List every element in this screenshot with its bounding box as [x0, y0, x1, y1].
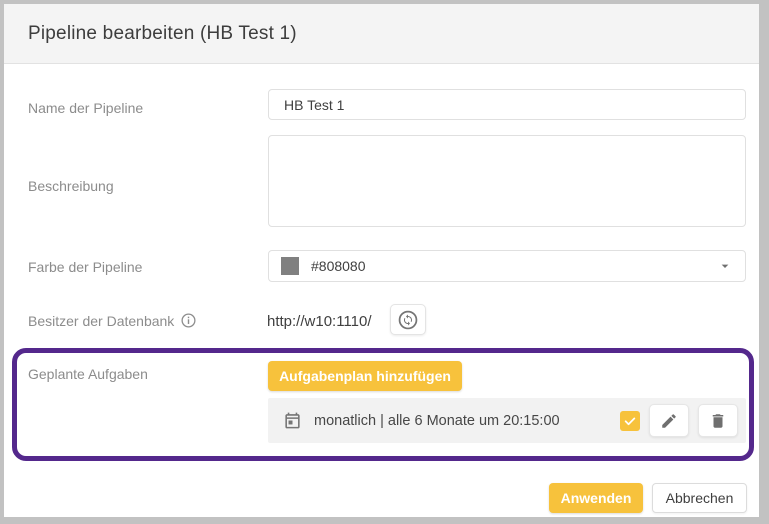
- task-row: monatlich | alle 6 Monate um 20:15:00: [268, 398, 746, 443]
- pipeline-edit-dialog: Pipeline bearbeiten (HB Test 1) Name der…: [0, 0, 769, 524]
- description-label: Beschreibung: [28, 178, 114, 194]
- scheduled-tasks-label: Geplante Aufgaben: [28, 366, 148, 382]
- add-task-schedule-button[interactable]: Aufgabenplan hinzufügen: [268, 361, 462, 391]
- sync-icon: [397, 309, 419, 331]
- dialog-header: Pipeline bearbeiten (HB Test 1): [4, 4, 759, 64]
- pencil-icon: [660, 412, 678, 430]
- name-label: Name der Pipeline: [28, 100, 143, 116]
- chevron-down-icon: [717, 258, 733, 274]
- color-label: Farbe der Pipeline: [28, 259, 142, 275]
- description-textarea[interactable]: [268, 135, 746, 227]
- cancel-button[interactable]: Abbrechen: [652, 483, 747, 513]
- color-swatch: [281, 257, 299, 275]
- owner-url-value: http://w10:1110/: [267, 308, 372, 334]
- task-enabled-checkbox[interactable]: [620, 411, 640, 431]
- delete-task-button[interactable]: [698, 404, 738, 437]
- dialog-title: Pipeline bearbeiten (HB Test 1): [28, 23, 297, 45]
- edit-task-button[interactable]: [649, 404, 689, 437]
- color-value: #808080: [311, 258, 717, 274]
- pipeline-name-input[interactable]: [268, 89, 746, 120]
- calendar-icon: [283, 411, 302, 430]
- info-icon[interactable]: [180, 312, 197, 329]
- refresh-owner-button[interactable]: [390, 304, 426, 335]
- apply-button[interactable]: Anwenden: [549, 483, 643, 513]
- trash-icon: [709, 412, 727, 430]
- owner-label: Besitzer der Datenbank: [28, 312, 197, 329]
- task-schedule-text: monatlich | alle 6 Monate um 20:15:00: [314, 413, 620, 429]
- color-select[interactable]: #808080: [268, 250, 746, 282]
- check-icon: [623, 414, 637, 428]
- owner-label-text: Besitzer der Datenbank: [28, 313, 174, 329]
